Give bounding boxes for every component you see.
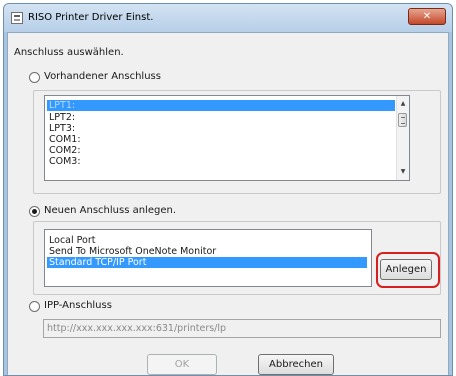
dialog-body: Anschluss auswählen. Vorhandener Anschlu…	[7, 32, 449, 375]
ipp-label[interactable]: IPP-Anschluss	[44, 300, 112, 311]
list-item[interactable]: LPT1:	[47, 100, 395, 111]
new-port-radio[interactable]	[29, 206, 40, 217]
window-title: RISO Printer Driver Einst.	[28, 12, 154, 23]
scroll-thumb[interactable]	[398, 113, 407, 127]
new-port-list[interactable]: Local Port Send To Microsoft OneNote Mon…	[44, 229, 372, 287]
arrow-down-icon[interactable]: ▼	[397, 166, 409, 178]
list-item[interactable]: COM3:	[47, 156, 81, 167]
dialog-heading: Anschluss auswählen.	[14, 47, 124, 58]
dialog-window: RISO Printer Driver Einst. ✕ Anschluss a…	[3, 3, 453, 376]
list-item[interactable]: COM1:	[47, 134, 81, 145]
create-port-button[interactable]: Anlegen	[380, 259, 432, 280]
printer-icon	[11, 12, 23, 24]
ipp-radio[interactable]	[29, 301, 40, 312]
existing-port-list[interactable]: LPT1: LPT2: LPT3: COM1: COM2: COM3: ▲ ▼	[44, 95, 410, 181]
close-button[interactable]: ✕	[408, 8, 446, 25]
list-item[interactable]: LPT3:	[47, 123, 75, 134]
list-item[interactable]: COM2:	[47, 145, 81, 156]
ipp-url-field[interactable]: http://xxx.xxx.xxx.xxx:631/printers/lp	[43, 319, 441, 338]
cancel-button[interactable]: Abbrechen	[258, 354, 334, 375]
existing-port-label[interactable]: Vorhandener Anschluss	[44, 71, 161, 82]
title-bar[interactable]: RISO Printer Driver Einst. ✕	[4, 4, 452, 32]
existing-port-radio[interactable]	[29, 72, 40, 83]
ok-button[interactable]: OK	[147, 354, 217, 375]
list-item[interactable]: Send To Microsoft OneNote Monitor	[47, 246, 216, 257]
list-item[interactable]: Standard TCP/IP Port	[47, 257, 367, 268]
arrow-up-icon[interactable]: ▲	[397, 98, 409, 110]
existing-port-scrollbar[interactable]: ▲ ▼	[396, 96, 409, 180]
list-item[interactable]: LPT2:	[47, 112, 75, 123]
list-item[interactable]: Local Port	[47, 235, 95, 246]
new-port-label[interactable]: Neuen Anschluss anlegen.	[44, 205, 176, 216]
